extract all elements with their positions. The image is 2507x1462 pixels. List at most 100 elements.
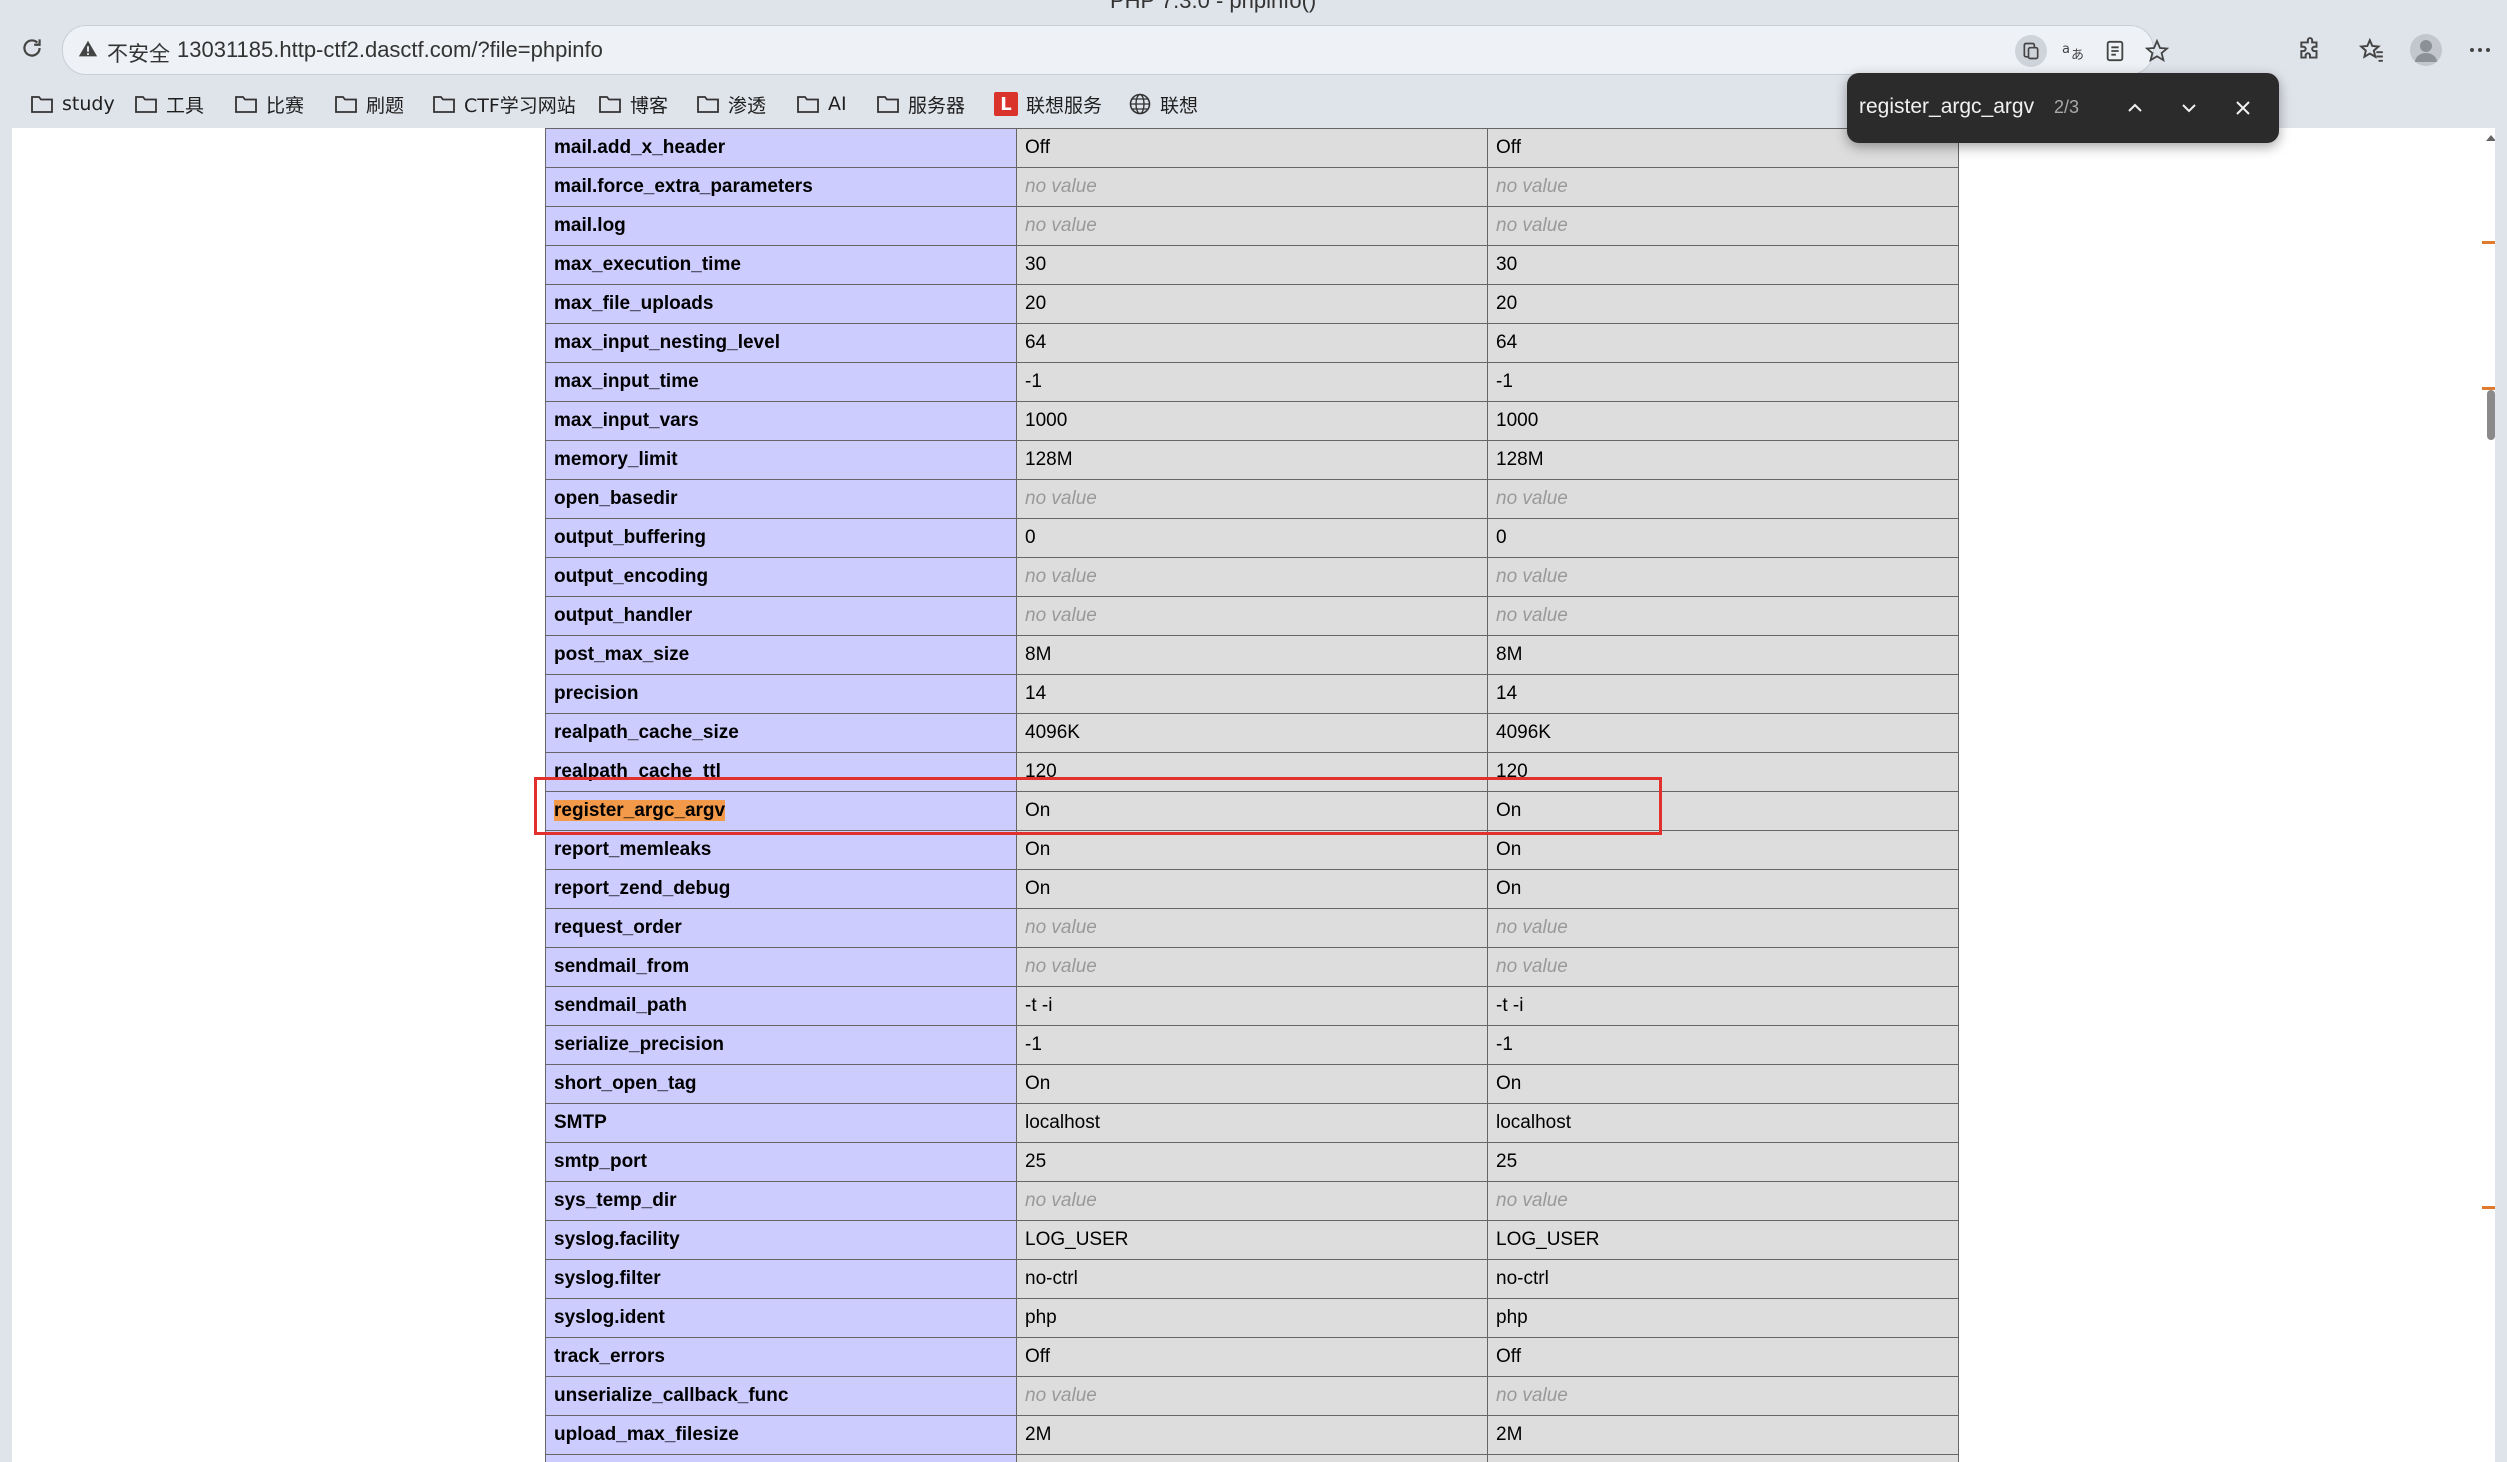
directive-name-text: max_input_time (554, 371, 699, 392)
translate-icon[interactable]: aあ (2057, 35, 2089, 67)
master-value: 1000 (1487, 401, 1959, 441)
url-text[interactable]: 13031185.http-ctf2.dasctf.com/?file=phpi… (177, 37, 603, 63)
bookmark-ctf-sites[interactable]: CTF学习网站 (432, 88, 576, 120)
bookmark-pentest[interactable]: 渗透 (696, 88, 766, 120)
table-row: max_execution_time 30 30 (545, 245, 1959, 285)
find-next-chevron-down-icon[interactable] (2171, 90, 2207, 126)
table-row: open_basedir no value no value (545, 479, 1959, 519)
reload-icon[interactable] (12, 28, 52, 68)
folder-icon (599, 96, 621, 113)
local-value-text: no value (1025, 956, 1097, 977)
bookmark-servers[interactable]: 服务器 (876, 88, 965, 120)
bookmark-contests[interactable]: 比赛 (234, 88, 304, 120)
directive-name-text: max_input_nesting_level (554, 332, 780, 353)
directive-name-text: mail.log (554, 215, 626, 236)
local-value: 0 (1016, 518, 1488, 558)
local-value-text: no value (1025, 1385, 1097, 1406)
vertical-scrollbar[interactable] (2482, 128, 2495, 1462)
local-value: localhost (1016, 1103, 1488, 1143)
find-previous-chevron-up-icon[interactable] (2117, 90, 2153, 126)
more-menu-icon[interactable] (2460, 30, 2500, 70)
security-label[interactable]: 不安全 (107, 38, 170, 68)
table-row: realpath_cache_size 4096K 4096K (545, 713, 1959, 753)
local-value: no value (1016, 557, 1488, 597)
master-value: no value (1487, 908, 1959, 948)
master-value: no value (1487, 557, 1959, 597)
directive-name: sys_temp_dir (545, 1181, 1017, 1221)
master-value-text: -1 (1496, 1034, 1513, 1055)
directive-name: output_handler (545, 596, 1017, 636)
local-value-text: no value (1025, 215, 1097, 236)
bookmark-blog[interactable]: 博客 (598, 88, 668, 120)
favorite-star-icon[interactable] (2141, 35, 2173, 67)
app-available-icon[interactable] (2015, 35, 2047, 67)
table-row: post_max_size 8M 8M (545, 635, 1959, 675)
bookmark-tools[interactable]: 工具 (134, 88, 204, 120)
master-value-text: no value (1496, 1190, 1568, 1211)
directive-name: mail.add_x_header (545, 128, 1017, 168)
master-value: no value (1487, 1454, 1959, 1462)
address-bar[interactable]: 不安全 13031185.http-ctf2.dasctf.com/?file=… (62, 25, 2169, 75)
table-row: max_input_vars 1000 1000 (545, 401, 1959, 441)
local-value-text: Off (1025, 137, 1050, 158)
folder-icon (335, 96, 357, 113)
directive-name: short_open_tag (545, 1064, 1017, 1104)
local-value: Off (1016, 1337, 1488, 1377)
table-row: output_handler no value no value (545, 596, 1959, 636)
warning-icon[interactable] (77, 38, 99, 65)
master-value-text: localhost (1496, 1112, 1571, 1133)
local-value-text: On (1025, 839, 1051, 860)
table-row: sys_temp_dir no value no value (545, 1181, 1959, 1221)
extensions-icon[interactable] (2290, 30, 2330, 70)
directive-name: upload_max_filesize (545, 1415, 1017, 1455)
directive-name: max_input_nesting_level (545, 323, 1017, 363)
directive-name-text: short_open_tag (554, 1073, 697, 1094)
local-value-text: no value (1025, 917, 1097, 938)
favorites-icon[interactable] (2352, 30, 2392, 70)
directive-name-text: output_encoding (554, 566, 709, 587)
directive-name-text: sendmail_from (554, 956, 690, 977)
reader-mode-icon[interactable] (2099, 35, 2131, 67)
local-value-text: no value (1025, 605, 1097, 626)
directive-name-text: serialize_precision (554, 1034, 725, 1055)
local-value-text: 2M (1025, 1424, 1052, 1445)
master-value: On (1487, 869, 1959, 909)
find-close-icon[interactable] (2225, 90, 2261, 126)
directive-name-text: upload_max_filesize (554, 1424, 739, 1445)
local-value-text: 14 (1025, 683, 1047, 704)
master-value-text: 2M (1496, 1424, 1523, 1445)
bookmark-practice[interactable]: 刷题 (334, 88, 404, 120)
find-query-input[interactable]: register_argc_argv (1859, 95, 2034, 119)
local-value-text: Off (1025, 1346, 1050, 1367)
table-row: upload_tmp_dirno valueno value (545, 1454, 1959, 1462)
bookmark-ai[interactable]: AI (796, 88, 847, 120)
directive-name: mail.log (545, 206, 1017, 246)
table-row: output_buffering 0 0 (545, 518, 1959, 558)
globe-icon (1129, 93, 1151, 115)
bookmark-label: 联想服务 (1026, 94, 1103, 117)
master-value: 20 (1487, 284, 1959, 324)
scroll-up-arrow-icon[interactable] (2486, 134, 2495, 142)
table-row: unserialize_callback_func no value no valu… (545, 1376, 1959, 1416)
bookmark-study[interactable]: study (30, 88, 115, 120)
directive-name: upload_tmp_dir (545, 1454, 1017, 1462)
local-value: 1000 (1016, 401, 1488, 441)
directive-name-text: post_max_size (554, 644, 690, 665)
master-value-text: 30 (1496, 254, 1518, 275)
directive-name-text: mail.force_extra_parameters (554, 176, 813, 197)
bookmark-lenovo[interactable]: 联想 (1128, 88, 1198, 120)
table-row: short_open_tag On On (545, 1064, 1959, 1104)
master-value-text: On (1496, 839, 1522, 860)
local-value: -1 (1016, 362, 1488, 402)
directive-name: syslog.facility (545, 1220, 1017, 1260)
directive-name-text: syslog.filter (554, 1268, 661, 1289)
local-value: 64 (1016, 323, 1488, 363)
directive-name: sendmail_path (545, 986, 1017, 1026)
bookmark-lenovo-service[interactable]: L 联想服务 (994, 88, 1102, 120)
master-value: -1 (1487, 362, 1959, 402)
table-row: mail.add_x_header Off Off (545, 128, 1959, 168)
directive-name-text: output_buffering (554, 527, 706, 548)
profile-avatar-icon[interactable] (2406, 30, 2446, 70)
scrollbar-thumb[interactable] (2487, 390, 2495, 440)
directive-name-text: sendmail_path (554, 995, 688, 1016)
